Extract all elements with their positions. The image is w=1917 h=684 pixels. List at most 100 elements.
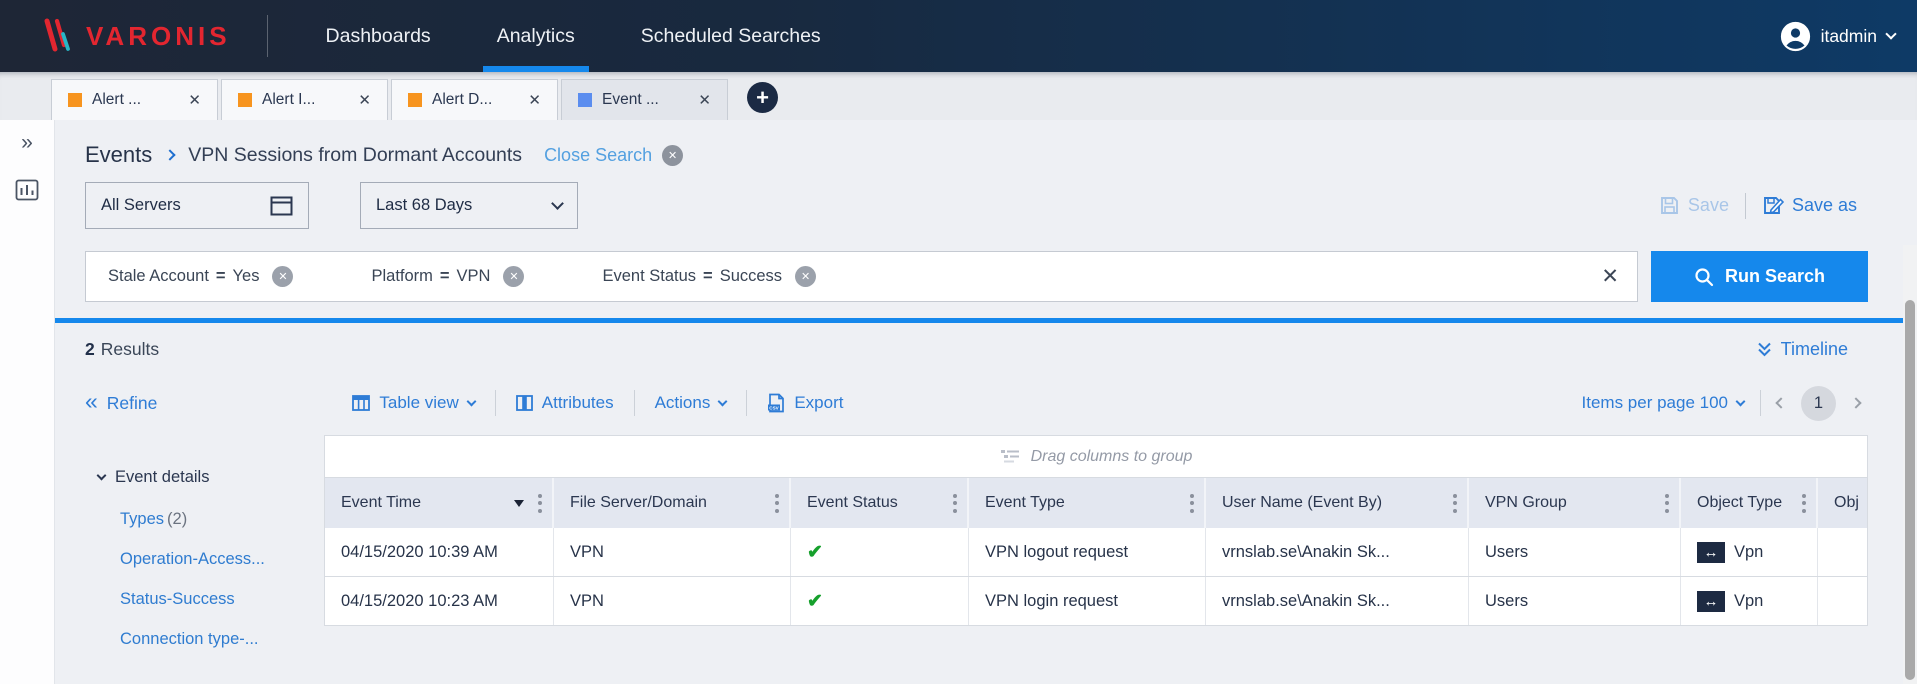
cell-event-time: 04/15/2020 10:23 AM [325, 577, 554, 625]
new-tab-button[interactable]: + [747, 82, 778, 113]
table-row[interactable]: 04/15/2020 10:23 AM VPN ✔ VPN login requ… [325, 577, 1867, 626]
cell-event-type: VPN login request [969, 577, 1206, 625]
refine-link-label: Connection type-... [120, 630, 259, 648]
scrollbar-thumb[interactable] [1905, 300, 1915, 680]
save-as-button[interactable]: Save as [1762, 195, 1857, 217]
column-menu-icon[interactable] [775, 494, 779, 513]
refine-label: Refine [107, 393, 158, 414]
table-row[interactable]: 04/15/2020 10:39 AM VPN ✔ VPN logout req… [325, 528, 1867, 577]
filter-chip-platform[interactable]: Platform = VPN ✕ [371, 266, 524, 287]
column-header-event-time[interactable]: Event Time [325, 478, 554, 528]
nav-scheduled-searches[interactable]: Scheduled Searches [627, 0, 835, 72]
items-per-page-select[interactable]: Items per page 100 [1582, 393, 1744, 413]
breadcrumb-root[interactable]: Events [85, 142, 152, 168]
current-page-badge[interactable]: 1 [1801, 386, 1836, 421]
column-menu-icon[interactable] [1190, 494, 1194, 513]
run-search-button[interactable]: Run Search [1651, 251, 1868, 302]
chip-operator: = [216, 267, 226, 286]
column-label: Event Type [985, 494, 1065, 512]
column-menu-icon[interactable] [538, 494, 542, 513]
saved-searches-panel-icon[interactable] [15, 179, 39, 201]
tab-close-icon[interactable]: ✕ [358, 91, 371, 109]
main-nav: Dashboards Analytics Scheduled Searches [312, 0, 873, 72]
chip-field: Stale Account [108, 267, 209, 286]
filter-chip-event-status[interactable]: Event Status = Success ✕ [602, 266, 816, 287]
column-menu-icon[interactable] [953, 494, 957, 513]
filter-bar[interactable]: Stale Account = Yes ✕ Platform = VPN ✕ E… [85, 251, 1638, 302]
next-page-icon[interactable] [1850, 397, 1861, 408]
previous-page-icon[interactable] [1775, 397, 1786, 408]
refine-toggle[interactable]: « Refine [85, 393, 157, 414]
column-header-vpn-group[interactable]: VPN Group [1469, 478, 1681, 528]
top-navbar: VARONIS Dashboards Analytics Scheduled S… [0, 0, 1917, 72]
tab-close-icon[interactable]: ✕ [698, 91, 711, 109]
attributes-label: Attributes [542, 393, 614, 413]
column-label: Event Time [341, 494, 421, 512]
alert-tab-square-icon [408, 93, 422, 107]
tab-close-icon[interactable]: ✕ [188, 91, 201, 109]
clear-filters-icon[interactable]: ✕ [1601, 264, 1619, 289]
run-search-label: Run Search [1725, 266, 1825, 287]
column-menu-icon[interactable] [1453, 494, 1457, 513]
cell-extra [1818, 577, 1867, 625]
column-header-object-type[interactable]: Object Type [1681, 478, 1818, 528]
cell-event-status: ✔ [791, 577, 969, 625]
column-header-user-name[interactable]: User Name (Event By) [1206, 478, 1469, 528]
vertical-scrollbar[interactable] [1903, 245, 1917, 684]
timeline-toggle[interactable]: Timeline [1756, 339, 1848, 360]
column-menu-icon[interactable] [1665, 494, 1669, 513]
refine-link-label: Status-Success [120, 590, 235, 608]
close-search-x-icon[interactable]: ✕ [662, 145, 683, 166]
column-menu-icon[interactable] [1802, 494, 1806, 513]
close-search-link[interactable]: Close Search [544, 145, 652, 166]
save-button[interactable]: Save [1659, 195, 1729, 216]
nav-dashboards[interactable]: Dashboards [312, 0, 445, 72]
cell-object-type: ↔ Vpn [1681, 528, 1818, 576]
refine-link-types[interactable]: Types(2) [120, 510, 187, 529]
chip-remove-icon[interactable]: ✕ [503, 266, 524, 287]
server-filter-select[interactable]: All Servers [85, 182, 309, 229]
time-range-select[interactable]: Last 68 Days [360, 182, 578, 229]
attributes-button[interactable]: Attributes [516, 393, 614, 413]
cell-event-time: 04/15/2020 10:39 AM [325, 528, 554, 576]
chip-remove-icon[interactable]: ✕ [272, 266, 293, 287]
object-type-label: Vpn [1734, 592, 1763, 611]
tab-label: Alert D... [432, 91, 516, 109]
column-header-file-server[interactable]: File Server/Domain [554, 478, 791, 528]
nav-analytics[interactable]: Analytics [483, 0, 589, 72]
varonis-logo[interactable]: VARONIS [38, 16, 231, 56]
actions-menu[interactable]: Actions [655, 393, 727, 413]
refine-link-connection-type[interactable]: Connection type-... [120, 630, 259, 649]
table-view-label: Table view [379, 393, 458, 413]
tab-event-active[interactable]: Event ... ✕ [561, 79, 728, 120]
cell-object-type: ↔ Vpn [1681, 577, 1818, 625]
results-row: 2 Results Timeline [85, 334, 1917, 364]
column-label: VPN Group [1485, 494, 1567, 512]
main-content: Events VPN Sessions from Dormant Account… [55, 120, 1917, 684]
save-label: Save [1688, 195, 1729, 216]
table-view-menu[interactable]: Table view [352, 393, 474, 413]
drag-columns-dropzone[interactable]: Drag columns to group [325, 435, 1867, 478]
tab-close-icon[interactable]: ✕ [528, 91, 541, 109]
collapse-refine-icon: « [85, 390, 98, 413]
column-header-obj-truncated[interactable]: Obj [1818, 478, 1869, 528]
tab-alert-2[interactable]: Alert I... ✕ [221, 79, 388, 120]
refine-group-event-details[interactable]: Event details [98, 468, 209, 487]
tab-alert-3[interactable]: Alert D... ✕ [391, 79, 558, 120]
varonis-emblem-icon [38, 16, 78, 56]
alert-tab-square-icon [238, 93, 252, 107]
results-count: 2 [85, 339, 95, 360]
column-header-event-status[interactable]: Event Status [791, 478, 969, 528]
cell-event-type: VPN logout request [969, 528, 1206, 576]
filter-chip-stale-account[interactable]: Stale Account = Yes ✕ [108, 266, 293, 287]
expand-panel-button[interactable]: » [21, 132, 33, 153]
chip-remove-icon[interactable]: ✕ [795, 266, 816, 287]
export-button[interactable]: CSV Export [767, 393, 843, 413]
user-menu[interactable]: itadmin [1780, 21, 1895, 52]
export-label: Export [794, 393, 843, 413]
refine-link-status[interactable]: Status-Success [120, 590, 235, 609]
refine-link-operation[interactable]: Operation-Access... [120, 550, 265, 569]
cell-event-status: ✔ [791, 528, 969, 576]
column-header-event-type[interactable]: Event Type [969, 478, 1206, 528]
tab-alert-1[interactable]: Alert ... ✕ [51, 79, 218, 120]
